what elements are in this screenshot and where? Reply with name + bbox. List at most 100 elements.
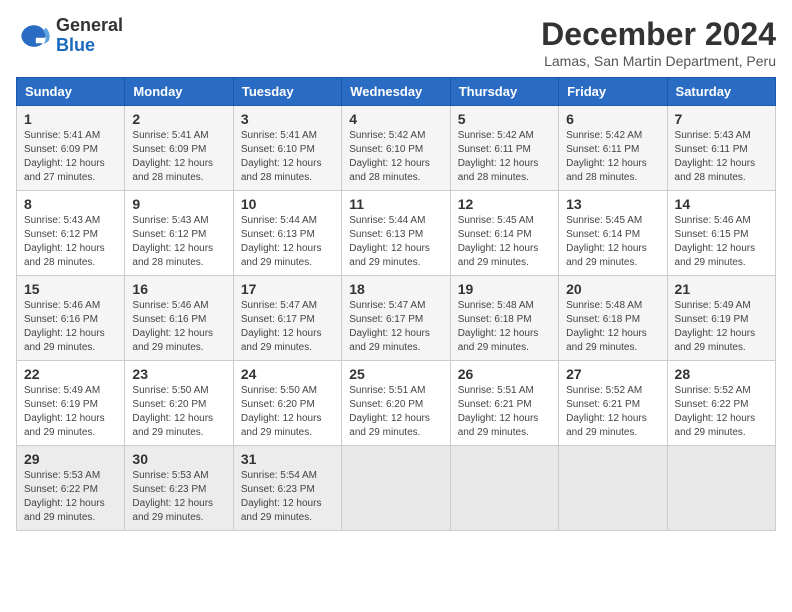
column-header-tuesday: Tuesday xyxy=(233,78,341,106)
calendar-cell: 28 Sunrise: 5:52 AMSunset: 6:22 PMDaylig… xyxy=(667,361,775,446)
day-number: 21 xyxy=(675,281,768,297)
day-number: 18 xyxy=(349,281,442,297)
day-info: Sunrise: 5:41 AMSunset: 6:09 PMDaylight:… xyxy=(132,130,213,183)
calendar-cell: 10 Sunrise: 5:44 AMSunset: 6:13 PMDaylig… xyxy=(233,191,341,276)
day-number: 3 xyxy=(241,111,334,127)
calendar-cell: 24 Sunrise: 5:50 AMSunset: 6:20 PMDaylig… xyxy=(233,361,341,446)
logo-icon xyxy=(16,18,52,54)
page-header: General Blue December 2024 Lamas, San Ma… xyxy=(16,16,776,69)
day-number: 12 xyxy=(458,196,551,212)
column-header-thursday: Thursday xyxy=(450,78,558,106)
day-number: 10 xyxy=(241,196,334,212)
calendar-cell: 12 Sunrise: 5:45 AMSunset: 6:14 PMDaylig… xyxy=(450,191,558,276)
calendar-header: SundayMondayTuesdayWednesdayThursdayFrid… xyxy=(17,78,776,106)
day-info: Sunrise: 5:43 AMSunset: 6:12 PMDaylight:… xyxy=(24,215,105,268)
day-info: Sunrise: 5:50 AMSunset: 6:20 PMDaylight:… xyxy=(241,385,322,438)
day-number: 15 xyxy=(24,281,117,297)
calendar-cell: 5 Sunrise: 5:42 AMSunset: 6:11 PMDayligh… xyxy=(450,106,558,191)
calendar-cell: 8 Sunrise: 5:43 AMSunset: 6:12 PMDayligh… xyxy=(17,191,125,276)
day-info: Sunrise: 5:48 AMSunset: 6:18 PMDaylight:… xyxy=(566,300,647,353)
calendar-cell: 27 Sunrise: 5:52 AMSunset: 6:21 PMDaylig… xyxy=(559,361,667,446)
day-info: Sunrise: 5:42 AMSunset: 6:11 PMDaylight:… xyxy=(458,130,539,183)
day-info: Sunrise: 5:41 AMSunset: 6:10 PMDaylight:… xyxy=(241,130,322,183)
day-info: Sunrise: 5:44 AMSunset: 6:13 PMDaylight:… xyxy=(241,215,322,268)
day-number: 7 xyxy=(675,111,768,127)
column-header-friday: Friday xyxy=(559,78,667,106)
day-number: 4 xyxy=(349,111,442,127)
calendar-cell: 16 Sunrise: 5:46 AMSunset: 6:16 PMDaylig… xyxy=(125,276,233,361)
column-header-sunday: Sunday xyxy=(17,78,125,106)
day-info: Sunrise: 5:46 AMSunset: 6:16 PMDaylight:… xyxy=(132,300,213,353)
calendar-cell xyxy=(559,446,667,531)
day-info: Sunrise: 5:42 AMSunset: 6:11 PMDaylight:… xyxy=(566,130,647,183)
calendar-cell xyxy=(342,446,450,531)
calendar-cell: 30 Sunrise: 5:53 AMSunset: 6:23 PMDaylig… xyxy=(125,446,233,531)
calendar-cell: 21 Sunrise: 5:49 AMSunset: 6:19 PMDaylig… xyxy=(667,276,775,361)
day-number: 17 xyxy=(241,281,334,297)
day-info: Sunrise: 5:49 AMSunset: 6:19 PMDaylight:… xyxy=(675,300,756,353)
day-number: 27 xyxy=(566,366,659,382)
day-info: Sunrise: 5:46 AMSunset: 6:15 PMDaylight:… xyxy=(675,215,756,268)
day-number: 11 xyxy=(349,196,442,212)
day-info: Sunrise: 5:43 AMSunset: 6:12 PMDaylight:… xyxy=(132,215,213,268)
calendar-cell: 18 Sunrise: 5:47 AMSunset: 6:17 PMDaylig… xyxy=(342,276,450,361)
calendar-table: SundayMondayTuesdayWednesdayThursdayFrid… xyxy=(16,77,776,531)
calendar-body: 1 Sunrise: 5:41 AMSunset: 6:09 PMDayligh… xyxy=(17,106,776,531)
day-number: 6 xyxy=(566,111,659,127)
calendar-cell: 11 Sunrise: 5:44 AMSunset: 6:13 PMDaylig… xyxy=(342,191,450,276)
calendar-cell: 29 Sunrise: 5:53 AMSunset: 6:22 PMDaylig… xyxy=(17,446,125,531)
week-row-4: 22 Sunrise: 5:49 AMSunset: 6:19 PMDaylig… xyxy=(17,361,776,446)
header-row: SundayMondayTuesdayWednesdayThursdayFrid… xyxy=(17,78,776,106)
day-info: Sunrise: 5:51 AMSunset: 6:20 PMDaylight:… xyxy=(349,385,430,438)
calendar-cell: 31 Sunrise: 5:54 AMSunset: 6:23 PMDaylig… xyxy=(233,446,341,531)
week-row-5: 29 Sunrise: 5:53 AMSunset: 6:22 PMDaylig… xyxy=(17,446,776,531)
day-info: Sunrise: 5:43 AMSunset: 6:11 PMDaylight:… xyxy=(675,130,756,183)
day-number: 1 xyxy=(24,111,117,127)
calendar-cell: 15 Sunrise: 5:46 AMSunset: 6:16 PMDaylig… xyxy=(17,276,125,361)
title-section: December 2024 Lamas, San Martin Departme… xyxy=(541,16,776,69)
day-info: Sunrise: 5:45 AMSunset: 6:14 PMDaylight:… xyxy=(458,215,539,268)
day-number: 23 xyxy=(132,366,225,382)
calendar-cell: 6 Sunrise: 5:42 AMSunset: 6:11 PMDayligh… xyxy=(559,106,667,191)
day-info: Sunrise: 5:51 AMSunset: 6:21 PMDaylight:… xyxy=(458,385,539,438)
day-info: Sunrise: 5:46 AMSunset: 6:16 PMDaylight:… xyxy=(24,300,105,353)
calendar-cell: 2 Sunrise: 5:41 AMSunset: 6:09 PMDayligh… xyxy=(125,106,233,191)
day-number: 24 xyxy=(241,366,334,382)
calendar-cell: 26 Sunrise: 5:51 AMSunset: 6:21 PMDaylig… xyxy=(450,361,558,446)
day-number: 28 xyxy=(675,366,768,382)
day-info: Sunrise: 5:53 AMSunset: 6:23 PMDaylight:… xyxy=(132,470,213,523)
calendar-cell: 4 Sunrise: 5:42 AMSunset: 6:10 PMDayligh… xyxy=(342,106,450,191)
day-info: Sunrise: 5:45 AMSunset: 6:14 PMDaylight:… xyxy=(566,215,647,268)
day-info: Sunrise: 5:47 AMSunset: 6:17 PMDaylight:… xyxy=(349,300,430,353)
column-header-monday: Monday xyxy=(125,78,233,106)
day-number: 19 xyxy=(458,281,551,297)
column-header-wednesday: Wednesday xyxy=(342,78,450,106)
day-number: 26 xyxy=(458,366,551,382)
calendar-cell xyxy=(667,446,775,531)
calendar-cell xyxy=(450,446,558,531)
day-number: 9 xyxy=(132,196,225,212)
calendar-cell: 22 Sunrise: 5:49 AMSunset: 6:19 PMDaylig… xyxy=(17,361,125,446)
calendar-cell: 13 Sunrise: 5:45 AMSunset: 6:14 PMDaylig… xyxy=(559,191,667,276)
day-number: 14 xyxy=(675,196,768,212)
calendar-cell: 25 Sunrise: 5:51 AMSunset: 6:20 PMDaylig… xyxy=(342,361,450,446)
day-info: Sunrise: 5:52 AMSunset: 6:22 PMDaylight:… xyxy=(675,385,756,438)
logo-text: General Blue xyxy=(56,16,123,56)
week-row-1: 1 Sunrise: 5:41 AMSunset: 6:09 PMDayligh… xyxy=(17,106,776,191)
calendar-cell: 1 Sunrise: 5:41 AMSunset: 6:09 PMDayligh… xyxy=(17,106,125,191)
day-info: Sunrise: 5:48 AMSunset: 6:18 PMDaylight:… xyxy=(458,300,539,353)
day-number: 30 xyxy=(132,451,225,467)
day-info: Sunrise: 5:53 AMSunset: 6:22 PMDaylight:… xyxy=(24,470,105,523)
logo: General Blue xyxy=(16,16,123,56)
day-info: Sunrise: 5:47 AMSunset: 6:17 PMDaylight:… xyxy=(241,300,322,353)
day-number: 31 xyxy=(241,451,334,467)
day-info: Sunrise: 5:41 AMSunset: 6:09 PMDaylight:… xyxy=(24,130,105,183)
calendar-cell: 17 Sunrise: 5:47 AMSunset: 6:17 PMDaylig… xyxy=(233,276,341,361)
day-info: Sunrise: 5:54 AMSunset: 6:23 PMDaylight:… xyxy=(241,470,322,523)
calendar-cell: 20 Sunrise: 5:48 AMSunset: 6:18 PMDaylig… xyxy=(559,276,667,361)
calendar-cell: 14 Sunrise: 5:46 AMSunset: 6:15 PMDaylig… xyxy=(667,191,775,276)
month-year-title: December 2024 xyxy=(541,16,776,53)
day-number: 22 xyxy=(24,366,117,382)
day-number: 13 xyxy=(566,196,659,212)
location-subtitle: Lamas, San Martin Department, Peru xyxy=(541,53,776,69)
